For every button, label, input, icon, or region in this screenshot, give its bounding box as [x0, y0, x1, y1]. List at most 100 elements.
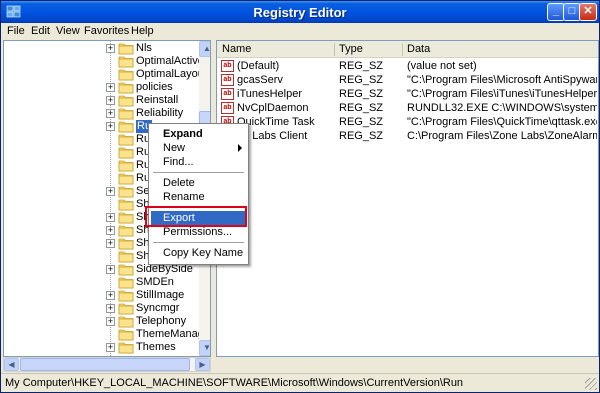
folder-icon [118, 211, 134, 224]
context-menu-copy-key-name[interactable]: Copy Key Name [151, 246, 246, 261]
menu-file[interactable]: File [7, 25, 25, 37]
context-menu: Expand New Find... Delete Rename Export … [148, 123, 249, 265]
value-data-cell: (value not set) [407, 60, 477, 72]
tree-expand-icon[interactable]: + [106, 291, 115, 300]
tree-item[interactable]: + Reinstall [4, 94, 200, 107]
tree-item[interactable]: + StillImage [4, 289, 200, 302]
tree-expand-icon[interactable]: + [106, 44, 115, 53]
folder-icon [118, 302, 134, 315]
resize-grip-icon[interactable] [585, 378, 597, 390]
tree-horizontal-scrollbar[interactable]: ◀ ▶ [3, 357, 211, 372]
registry-value-row[interactable]: ab (Default) REG_SZ (value not set) [217, 59, 598, 73]
tree-expand-icon[interactable]: + [106, 96, 115, 105]
value-name-cell: gcasServ [237, 74, 283, 86]
string-value-icon: ab [221, 102, 234, 114]
tree-expand-icon[interactable]: + [106, 343, 115, 352]
tree-item[interactable]: + Nls [4, 42, 200, 55]
scroll-down-arrow-icon[interactable]: ▼ [199, 340, 210, 356]
context-menu-new[interactable]: New [151, 141, 246, 156]
window-title: Registry Editor [253, 5, 347, 20]
scroll-left-arrow-icon[interactable]: ◀ [4, 358, 19, 371]
context-menu-new-label: New [163, 142, 186, 154]
string-value-icon: ab [221, 74, 234, 86]
folder-icon [118, 263, 134, 276]
folder-icon [118, 172, 134, 185]
folder-icon [118, 120, 134, 133]
folder-icon [118, 94, 134, 107]
horizontal-scrollbar-thumb[interactable] [20, 358, 190, 371]
tree-item-label: StillImage [136, 289, 185, 301]
menu-separator [153, 242, 244, 243]
menu-edit[interactable]: Edit [31, 25, 50, 37]
folder-icon [118, 250, 134, 263]
context-menu-rename[interactable]: Rename [151, 190, 246, 205]
folder-icon [118, 146, 134, 159]
tree-item-label: Themes [136, 341, 176, 353]
tree-expand-icon[interactable]: + [106, 265, 115, 274]
string-value-icon: ab [221, 60, 234, 72]
value-name-cell: QuickTime Task [237, 116, 315, 128]
close-button[interactable]: ✕ [579, 3, 597, 21]
tree-item[interactable]: OptimalActiveBF [4, 55, 210, 68]
registry-editor-window: Registry Editor _ □ ✕ File Edit View Fav… [0, 0, 600, 393]
tree-item[interactable]: + Syncmgr [4, 302, 200, 315]
context-menu-expand[interactable]: Expand [151, 127, 246, 142]
tree-expand-icon[interactable]: + [106, 226, 115, 235]
context-menu-find[interactable]: Find... [151, 155, 246, 170]
tree-item[interactable]: OptimalLayout [4, 68, 207, 81]
tree-item[interactable]: + Themes [4, 341, 200, 354]
tree-expand-icon[interactable]: + [106, 122, 115, 131]
value-type-cell: REG_SZ [339, 116, 384, 128]
tree-item-label: SMDEn [136, 276, 174, 288]
tree-expand-icon[interactable]: + [106, 213, 115, 222]
column-divider[interactable] [402, 43, 403, 56]
context-menu-delete[interactable]: Delete [151, 176, 246, 191]
tree-expand-icon[interactable]: + [106, 83, 115, 92]
column-header-type[interactable]: Type [339, 43, 363, 55]
value-name-cell: (Default) [237, 60, 280, 72]
tree-item[interactable]: + Reliability [4, 107, 200, 120]
tree-expand-icon[interactable]: + [106, 317, 115, 326]
tree-item-label: Syncmgr [136, 302, 180, 314]
values-list-pane[interactable]: Name Type Data ab (Default) REG_SZ (value n… [216, 40, 599, 357]
folder-icon [118, 185, 134, 198]
value-data-cell: RUNDLL32.EXE C:\WINDOWS\system32\... [407, 102, 597, 114]
registry-value-row[interactable]: ab gcasServ REG_SZ "C:\Program Files\Micros… [217, 73, 598, 87]
folder-icon [118, 224, 134, 237]
column-divider[interactable] [334, 43, 335, 56]
folder-icon [118, 198, 134, 211]
tree-item-label: Reliability [136, 107, 184, 119]
folder-icon [118, 133, 134, 146]
folder-icon [118, 159, 134, 172]
menu-favorites[interactable]: Favorites [84, 25, 129, 37]
menu-view[interactable]: View [56, 25, 80, 37]
scroll-up-arrow-icon[interactable]: ▲ [199, 41, 210, 57]
value-data-cell: "C:\Program Files\Microsoft AntiSpyware\… [407, 74, 597, 86]
registry-value-row[interactable]: abne Labs ClientREG_SZC:\Program Files\Z… [217, 129, 598, 143]
menu-separator [153, 172, 244, 173]
column-header-name[interactable]: Name [222, 43, 251, 55]
tree-expand-icon[interactable]: + [106, 187, 115, 196]
value-type-cell: REG_SZ [339, 74, 384, 86]
column-header-data[interactable]: Data [407, 43, 430, 55]
tree-expand-icon[interactable]: + [106, 239, 115, 248]
title-bar[interactable]: Registry Editor _ □ ✕ [1, 1, 599, 23]
status-key-path: My Computer\HKEY_LOCAL_MACHINE\SOFTWARE\… [5, 377, 464, 389]
tree-item[interactable]: ThemeManager [4, 328, 210, 341]
tree-expand-icon[interactable]: + [106, 109, 115, 118]
registry-value-row[interactable]: ab NvCplDaemon REG_SZ RUNDLL32.EXE C:\WINDO… [217, 101, 598, 115]
registry-value-row[interactable]: ab QuickTime Task REG_SZ "C:\Program Files\… [217, 115, 598, 129]
folder-icon [118, 81, 134, 94]
context-menu-permissions[interactable]: Permissions... [151, 225, 246, 240]
menu-help[interactable]: Help [131, 25, 154, 37]
tree-item[interactable]: + policies [4, 81, 200, 94]
folder-icon [118, 42, 134, 55]
registry-value-row[interactable]: ab iTunesHelper REG_SZ "C:\Program Files\iT… [217, 87, 598, 101]
value-type-cell: REG_SZ [339, 102, 384, 114]
folder-icon [118, 328, 134, 341]
folder-icon [118, 107, 134, 120]
scroll-right-arrow-icon[interactable]: ▶ [195, 358, 210, 371]
tree-item[interactable]: + Telephony [4, 315, 200, 328]
tree-expand-icon[interactable]: + [106, 304, 115, 313]
tree-item[interactable]: SMDEn [4, 276, 200, 289]
